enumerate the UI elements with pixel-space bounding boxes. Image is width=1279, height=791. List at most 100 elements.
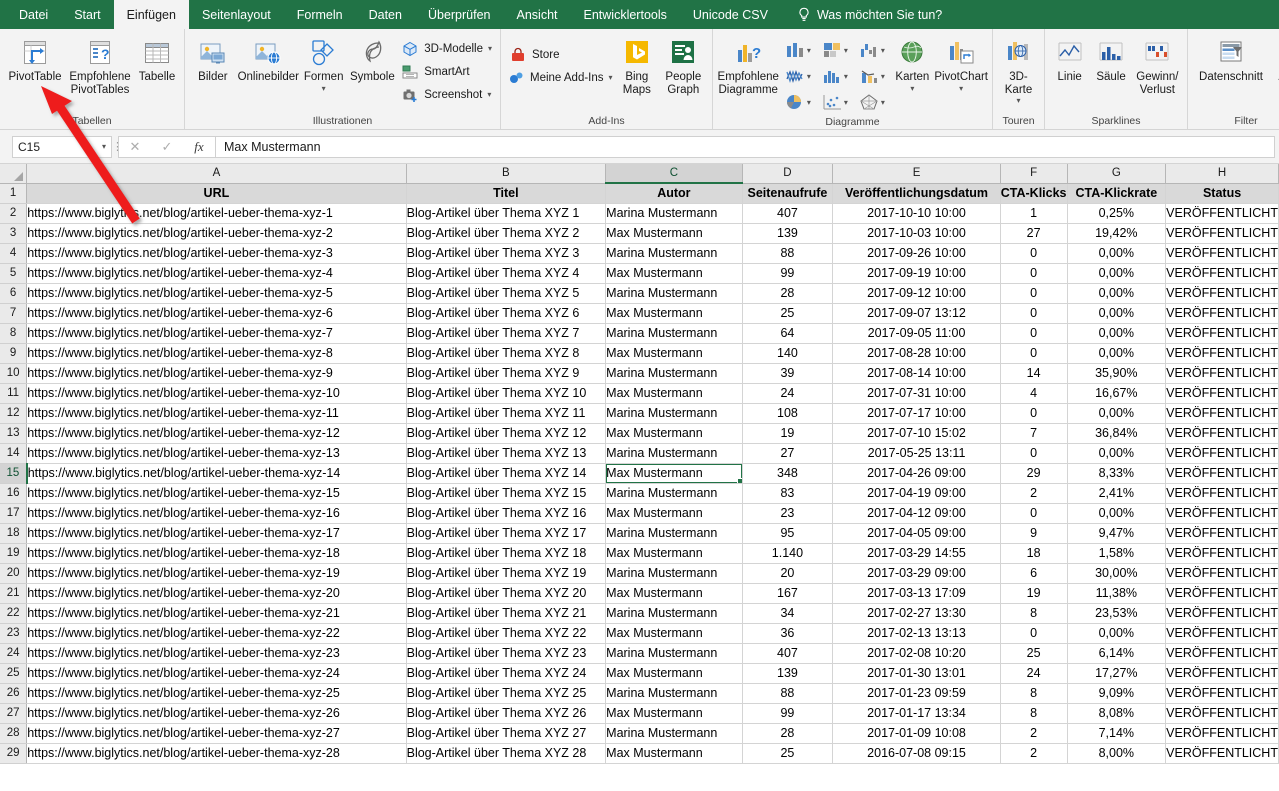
insert-function-button[interactable]: fx	[183, 137, 215, 157]
grid-cell[interactable]: 1	[1000, 203, 1068, 224]
grid-cell[interactable]: VERÖFFENTLICHT	[1165, 203, 1279, 224]
grid-cell[interactable]: 25	[742, 743, 834, 764]
grid-cell[interactable]: Blog-Artikel über Thema XYZ 11	[406, 403, 607, 424]
grid-cell[interactable]: 2017-07-17 10:00	[832, 403, 1001, 424]
sparkline-linie-button[interactable]: Linie	[1049, 33, 1090, 84]
column-header-e[interactable]: E	[832, 164, 1001, 184]
grid-cell[interactable]: 36,84%	[1067, 423, 1167, 444]
grid-cell[interactable]: Marina Mustermann	[605, 203, 743, 224]
grid-cell[interactable]: https://www.biglytics.net/blog/artikel-u…	[26, 223, 407, 244]
grid-cell[interactable]: 99	[742, 263, 834, 284]
grid-cell[interactable]: 2017-03-29 14:55	[832, 543, 1001, 564]
grid-cell[interactable]: 64	[742, 323, 834, 344]
row-header-13[interactable]: 13	[0, 423, 28, 444]
grid-cell[interactable]: Max Mustermann	[605, 703, 743, 724]
grid-cell[interactable]: https://www.biglytics.net/blog/artikel-u…	[26, 263, 407, 284]
formen-button[interactable]: Formen ▾	[300, 33, 348, 93]
3d-modelle-caret-icon[interactable]: ▾	[488, 44, 492, 53]
grid-cell[interactable]: 2017-04-19 09:00	[832, 483, 1001, 504]
grid-cell[interactable]: Blog-Artikel über Thema XYZ 1	[406, 203, 607, 224]
grid-cell[interactable]: 29	[1000, 463, 1068, 484]
grid-cell[interactable]: Blog-Artikel über Thema XYZ 6	[406, 303, 607, 324]
column-header-f[interactable]: F	[1000, 164, 1068, 184]
grid-cell[interactable]: 25	[742, 303, 834, 324]
grid-cell[interactable]: 9,09%	[1067, 683, 1167, 704]
pie-chart-button[interactable]: ▾	[779, 89, 816, 115]
grid-cell[interactable]: 2017-08-28 10:00	[832, 343, 1001, 364]
grid-cell[interactable]: https://www.biglytics.net/blog/artikel-u…	[26, 443, 407, 464]
grid-cell[interactable]: VERÖFFENTLICHT	[1165, 683, 1279, 704]
grid-cell[interactable]: 0,00%	[1067, 403, 1167, 424]
grid-cell[interactable]: 2017-09-07 13:12	[832, 303, 1001, 324]
grid-cell[interactable]: 4	[1000, 383, 1068, 404]
bar-chart-caret-icon[interactable]: ▾	[844, 46, 848, 55]
grid-cell[interactable]: 23,53%	[1067, 603, 1167, 624]
grid-cell[interactable]: 27	[1000, 223, 1068, 244]
row-header-17[interactable]: 17	[0, 503, 28, 524]
grid-cell[interactable]: VERÖFFENTLICHT	[1165, 403, 1279, 424]
grid-cell[interactable]: 2017-09-19 10:00	[832, 263, 1001, 284]
grid-cell[interactable]: https://www.biglytics.net/blog/artikel-u…	[26, 463, 407, 484]
tabelle-button[interactable]: Tabelle	[134, 33, 180, 84]
grid-cell[interactable]: VERÖFFENTLICHT	[1165, 283, 1279, 304]
grid-cell[interactable]: Marina Mustermann	[605, 643, 743, 664]
grid-cell[interactable]: VERÖFFENTLICHT	[1165, 423, 1279, 444]
grid-cell[interactable]: Max Mustermann	[605, 223, 743, 244]
grid-cell[interactable]: Marina Mustermann	[605, 323, 743, 344]
grid-cell[interactable]: 18	[1000, 543, 1068, 564]
grid-cell[interactable]: Blog-Artikel über Thema XYZ 15	[406, 483, 607, 504]
grid-cell[interactable]: 11,38%	[1067, 583, 1167, 604]
selected-cell[interactable]: Max Mustermann	[605, 463, 743, 484]
grid-cell[interactable]: https://www.biglytics.net/blog/artikel-u…	[26, 703, 407, 724]
column-title-cell[interactable]: Seitenaufrufe	[742, 183, 834, 204]
grid-cell[interactable]: 39	[742, 363, 834, 384]
grid-cell[interactable]: 88	[742, 243, 834, 264]
grid-cell[interactable]: Blog-Artikel über Thema XYZ 16	[406, 503, 607, 524]
grid-cell[interactable]: 8	[1000, 683, 1068, 704]
grid-cell[interactable]: Blog-Artikel über Thema XYZ 22	[406, 623, 607, 644]
grid-cell[interactable]: 88	[742, 683, 834, 704]
row-header-22[interactable]: 22	[0, 603, 28, 624]
grid-cell[interactable]: Max Mustermann	[605, 383, 743, 404]
grid-cell[interactable]: 139	[742, 223, 834, 244]
column-header-g[interactable]: G	[1067, 164, 1167, 184]
column-title-cell[interactable]: CTA-Klickrate	[1067, 183, 1167, 204]
grid-cell[interactable]: 2017-01-23 09:59	[832, 683, 1001, 704]
grid-cell[interactable]: 19	[742, 423, 834, 444]
grid-cell[interactable]: 0,00%	[1067, 323, 1167, 344]
grid-cell[interactable]: 34	[742, 603, 834, 624]
grid-cell[interactable]: 348	[742, 463, 834, 484]
grid-cell[interactable]: VERÖFFENTLICHT	[1165, 643, 1279, 664]
row-header-29[interactable]: 29	[0, 743, 28, 764]
grid-cell[interactable]: 8,00%	[1067, 743, 1167, 764]
grid-cell[interactable]: 6,14%	[1067, 643, 1167, 664]
grid-cell[interactable]: 0	[1000, 503, 1068, 524]
grid-cell[interactable]: https://www.biglytics.net/blog/artikel-u…	[26, 303, 407, 324]
grid-cell[interactable]: 20	[742, 563, 834, 584]
grid-cell[interactable]: https://www.biglytics.net/blog/artikel-u…	[26, 683, 407, 704]
grid-cell[interactable]: 2017-10-03 10:00	[832, 223, 1001, 244]
row-header-10[interactable]: 10	[0, 363, 28, 384]
grid-cell[interactable]: 2017-08-14 10:00	[832, 363, 1001, 384]
grid-cell[interactable]: VERÖFFENTLICHT	[1165, 223, 1279, 244]
karten-button[interactable]: Karten ▾	[890, 33, 934, 93]
column-header-a[interactable]: A	[26, 164, 407, 184]
grid-cell[interactable]: https://www.biglytics.net/blog/artikel-u…	[26, 423, 407, 444]
row-header-3[interactable]: 3	[0, 223, 28, 244]
grid-cell[interactable]: 0,00%	[1067, 623, 1167, 644]
grid-cell[interactable]: VERÖFFENTLICHT	[1165, 463, 1279, 484]
grid-cell[interactable]: https://www.biglytics.net/blog/artikel-u…	[26, 563, 407, 584]
grid-cell[interactable]: Marina Mustermann	[605, 483, 743, 504]
stock-chart-button[interactable]: ▾	[779, 63, 816, 89]
column-title-cell[interactable]: CTA-Klicks	[1000, 183, 1068, 204]
row-header-21[interactable]: 21	[0, 583, 28, 604]
scatter-chart-caret-icon[interactable]: ▾	[844, 98, 848, 107]
grid-cell[interactable]: 9	[1000, 523, 1068, 544]
grid-cell[interactable]: 2017-01-30 13:01	[832, 663, 1001, 684]
grid-cell[interactable]: 2017-07-31 10:00	[832, 383, 1001, 404]
grid-cell[interactable]: Blog-Artikel über Thema XYZ 18	[406, 543, 607, 564]
grid-cell[interactable]: VERÖFFENTLICHT	[1165, 563, 1279, 584]
grid-cell[interactable]: 0	[1000, 283, 1068, 304]
column-title-cell[interactable]: Autor	[605, 183, 743, 204]
radar-chart-button[interactable]: ▾	[853, 89, 890, 115]
